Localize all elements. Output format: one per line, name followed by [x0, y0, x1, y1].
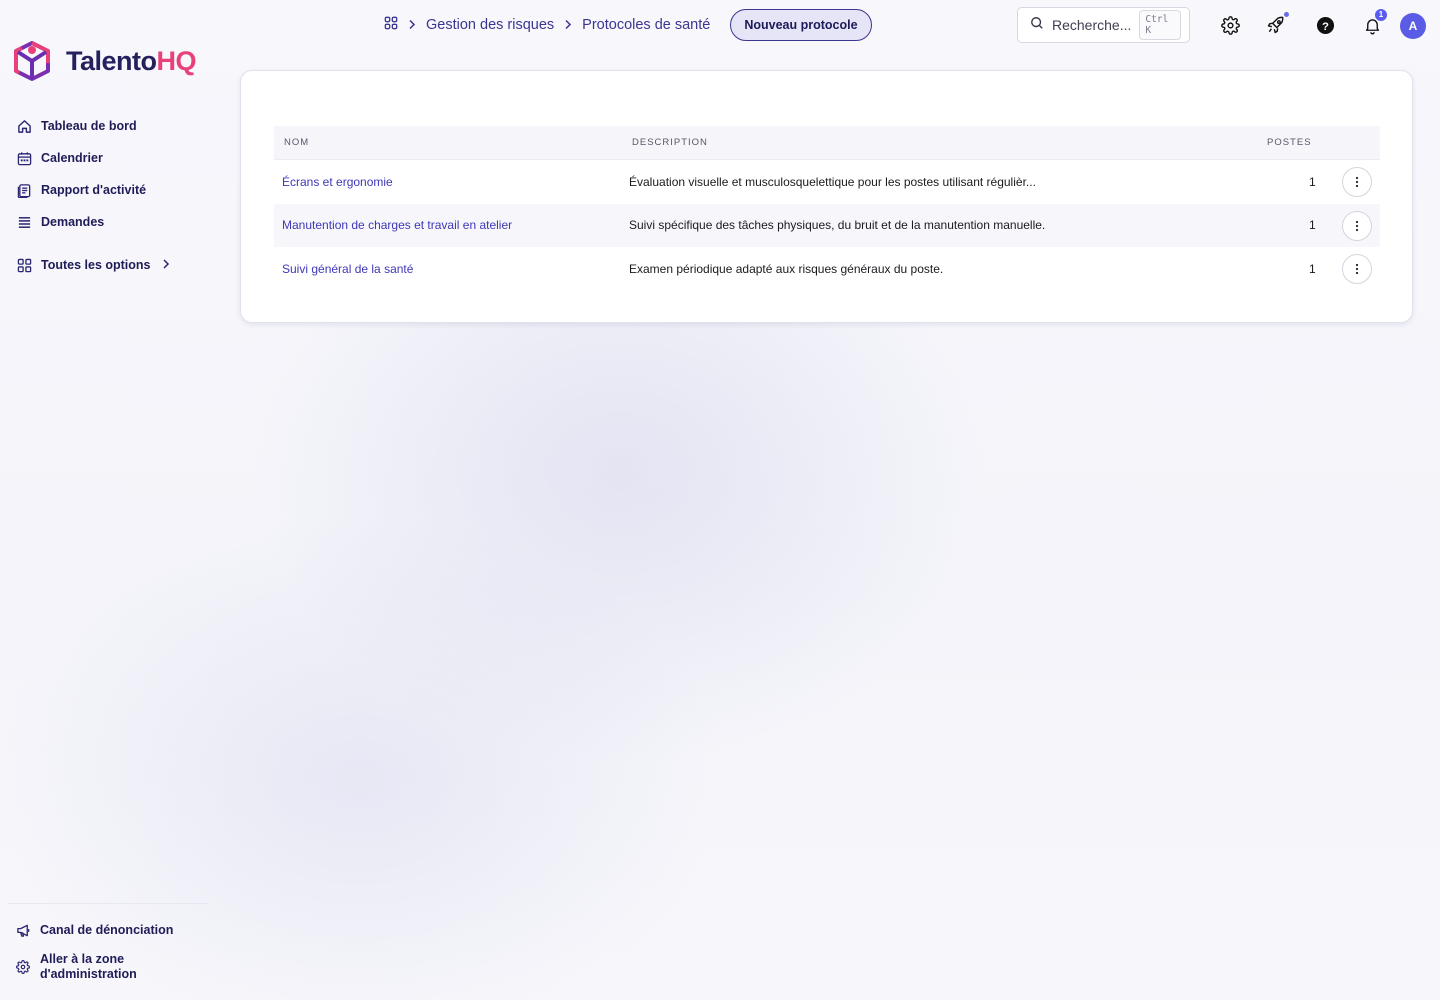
- rocket-icon[interactable]: [1264, 12, 1289, 37]
- chevron-right-icon: [564, 18, 572, 33]
- megaphone-icon: [15, 922, 31, 938]
- column-header-description[interactable]: DESCRIPTION: [632, 137, 708, 148]
- table-header: NOM DESCRIPTION POSTES: [274, 126, 1380, 160]
- sidebar-item-label: Calendrier: [41, 151, 103, 165]
- breadcrumb: Gestion des risques Protocoles de santé …: [384, 9, 872, 41]
- sidebar-bottom-nav: Canal de dénonciation Aller à la zone d'…: [15, 916, 173, 982]
- protocol-postes-count: 1: [1309, 261, 1316, 276]
- calendar-icon: [16, 150, 32, 166]
- sidebar-item-label: Rapport d'activité: [41, 183, 147, 197]
- sidebar-item-requests[interactable]: Demandes: [16, 206, 170, 238]
- sidebar-nav: Tableau de bord Calendrier Rapport d'act…: [16, 110, 170, 281]
- row-actions-button[interactable]: [1342, 167, 1372, 197]
- sidebar-item-calendar[interactable]: Calendrier: [16, 142, 170, 174]
- search-placeholder: Recherche...: [1052, 17, 1132, 33]
- report-icon: [16, 182, 32, 198]
- kebab-menu-icon: [1355, 220, 1359, 231]
- breadcrumb-health-protocols[interactable]: Protocoles de santé: [582, 17, 710, 33]
- chevron-right-icon: [162, 258, 170, 272]
- settings-gear-icon[interactable]: [1218, 13, 1242, 37]
- sidebar: TalentoHQ Tableau de bord Calendrier Rap…: [0, 0, 215, 1000]
- search-input[interactable]: Recherche... Ctrl K: [1017, 7, 1190, 43]
- protocol-description: Suivi spécifique des tâches physiques, d…: [629, 218, 1046, 233]
- chevron-right-icon: [408, 18, 416, 33]
- help-icon[interactable]: ?: [1313, 13, 1337, 37]
- sidebar-item-label: Demandes: [41, 215, 105, 229]
- column-header-name[interactable]: NOM: [284, 137, 309, 148]
- sidebar-item-admin-zone[interactable]: Aller à la zone d'administration: [15, 952, 173, 982]
- table-row: Manutention de charges et travail en ate…: [274, 203, 1380, 247]
- search-icon: [1030, 16, 1044, 35]
- home-icon: [16, 118, 32, 134]
- kebab-menu-icon: [1355, 176, 1359, 188]
- protocol-name-link[interactable]: Écrans et ergonomie: [282, 175, 393, 189]
- protocol-description: Examen périodique adapté aux risques gén…: [629, 261, 944, 276]
- new-protocol-button[interactable]: Nouveau protocole: [730, 9, 872, 41]
- sidebar-item-label: Tableau de bord: [41, 119, 137, 133]
- protocol-description: Évaluation visuelle et musculosquelettiq…: [629, 174, 1036, 189]
- user-avatar[interactable]: A: [1400, 13, 1426, 39]
- protocol-postes-count: 1: [1309, 174, 1316, 189]
- gear-icon: [15, 959, 31, 975]
- apps-grid-icon[interactable]: [384, 16, 398, 34]
- sidebar-item-activity-report[interactable]: Rapport d'activité: [16, 174, 170, 206]
- notifications-badge: 1: [1375, 9, 1387, 21]
- table-row: Écrans et ergonomie Évaluation visuelle …: [274, 160, 1380, 204]
- sidebar-item-label: Canal de dénonciation: [40, 923, 174, 937]
- search-shortcut: Ctrl K: [1139, 10, 1181, 40]
- row-actions-button[interactable]: [1342, 210, 1372, 241]
- column-header-postes[interactable]: POSTES: [1267, 137, 1312, 148]
- sidebar-divider: [8, 903, 208, 904]
- logo-text: TalentoHQ: [66, 45, 196, 76]
- protocol-name-link[interactable]: Suivi général de la santé: [282, 262, 413, 276]
- protocols-table: NOM DESCRIPTION POSTES Écrans et ergonom…: [274, 126, 1380, 291]
- kebab-menu-icon: [1355, 263, 1359, 275]
- table-row: Suivi général de la santé Examen périodi…: [274, 247, 1380, 291]
- breadcrumb-risk-management[interactable]: Gestion des risques: [426, 17, 554, 33]
- notifications-bell-icon[interactable]: 1: [1360, 9, 1387, 37]
- protocol-postes-count: 1: [1309, 218, 1316, 233]
- sidebar-item-dashboard[interactable]: Tableau de bord: [16, 110, 170, 142]
- sidebar-item-all-options[interactable]: Toutes les options: [16, 249, 170, 281]
- sidebar-item-label: Toutes les options: [41, 258, 151, 272]
- rocket-indicator-dot: [1284, 12, 1289, 17]
- top-bar: Gestion des risques Protocoles de santé …: [0, 0, 1440, 50]
- row-actions-button[interactable]: [1342, 254, 1372, 284]
- list-icon: [16, 214, 32, 230]
- grid-icon: [16, 257, 32, 273]
- protocols-card: NOM DESCRIPTION POSTES Écrans et ergonom…: [240, 70, 1413, 323]
- protocol-name-link[interactable]: Manutention de charges et travail en ate…: [282, 218, 512, 232]
- sidebar-item-label: Aller à la zone d'administration: [40, 952, 137, 981]
- sidebar-item-whistleblowing[interactable]: Canal de dénonciation: [15, 916, 173, 944]
- svg-text:?: ?: [1322, 20, 1329, 32]
